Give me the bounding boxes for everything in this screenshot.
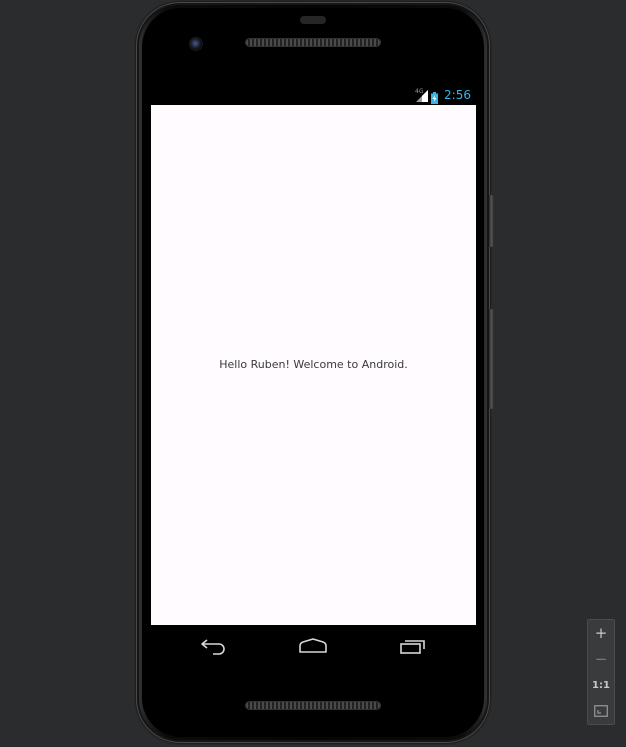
recent-apps-button[interactable] bbox=[397, 635, 429, 657]
volume-button[interactable] bbox=[489, 309, 494, 409]
actual-size-button[interactable]: 1:1 bbox=[588, 672, 614, 698]
app-screen[interactable]: Hello Ruben! Welcome to Android. bbox=[151, 105, 476, 625]
status-icons: 4G 2:56 bbox=[415, 87, 471, 104]
device-frame: 4G 2:56 Hello Ruben! Welcome to Android. bbox=[136, 2, 494, 743]
earpiece-speaker bbox=[246, 39, 380, 46]
cell-signal-icon: 4G bbox=[415, 88, 429, 102]
navigation-bar bbox=[151, 625, 476, 667]
fit-screen-icon bbox=[594, 705, 608, 717]
power-button[interactable] bbox=[489, 195, 494, 247]
recent-apps-icon bbox=[400, 640, 425, 654]
status-bar: 4G 2:56 bbox=[151, 85, 476, 105]
back-icon bbox=[201, 639, 225, 655]
zoom-out-button[interactable]: − bbox=[588, 646, 614, 672]
back-button[interactable] bbox=[198, 635, 230, 657]
zoom-toolbar: + − 1:1 bbox=[587, 619, 615, 725]
battery-charging-icon bbox=[431, 89, 439, 104]
emulator-canvas: 4G 2:56 Hello Ruben! Welcome to Android.… bbox=[0, 0, 626, 747]
top-sensor-slot bbox=[300, 16, 326, 24]
home-button[interactable] bbox=[297, 635, 329, 657]
fit-screen-button[interactable] bbox=[588, 698, 614, 724]
bottom-speaker bbox=[246, 702, 380, 709]
status-clock: 2:56 bbox=[444, 88, 471, 102]
front-camera-icon bbox=[190, 38, 202, 50]
zoom-in-button[interactable]: + bbox=[588, 620, 614, 646]
home-icon bbox=[299, 638, 327, 653]
welcome-text: Hello Ruben! Welcome to Android. bbox=[219, 358, 408, 371]
